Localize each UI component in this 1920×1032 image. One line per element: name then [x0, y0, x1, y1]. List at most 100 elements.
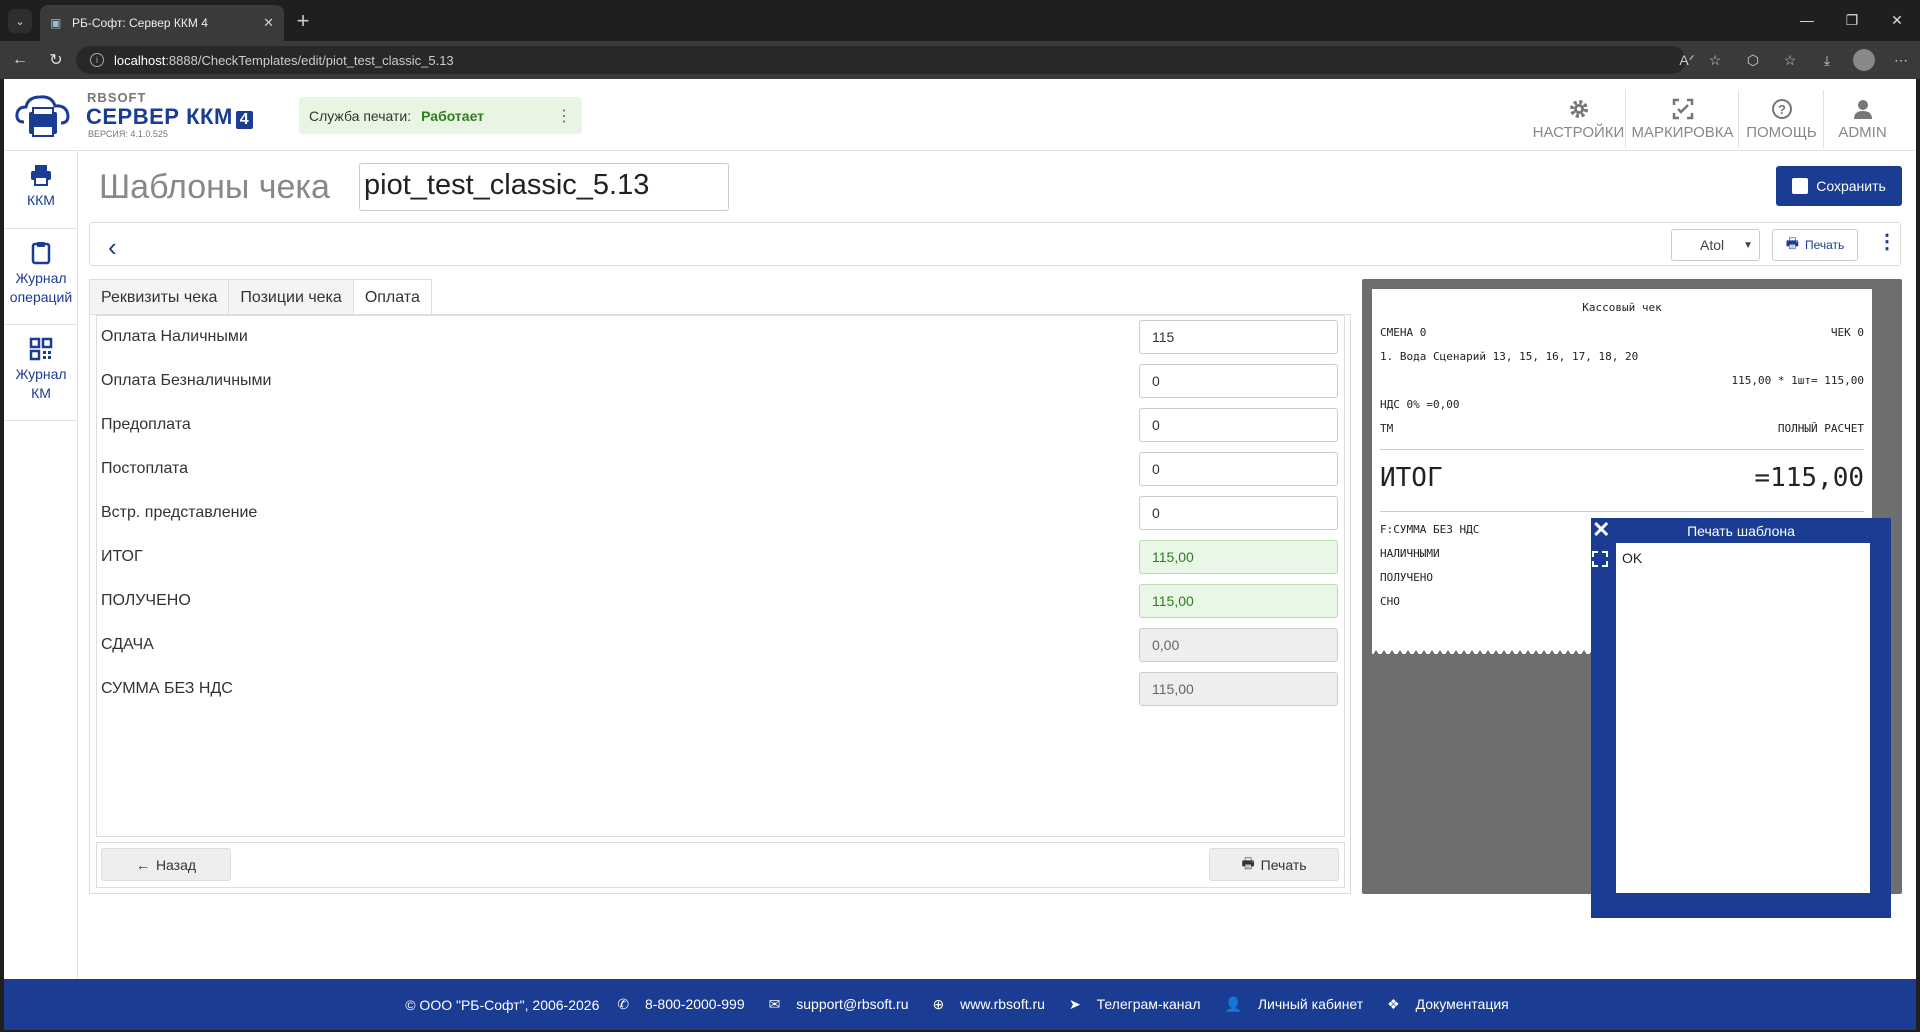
- footer-telegram[interactable]: ➤ Телеграм-канал: [1063, 996, 1207, 1013]
- service-menu-icon[interactable]: ⋮: [556, 106, 572, 126]
- expand-icon[interactable]: [1592, 551, 1608, 567]
- template-tabs: Реквизиты чека Позиции чека Оплата: [89, 279, 432, 315]
- help-icon: ?: [1771, 98, 1792, 119]
- field-label: Предоплата: [101, 416, 191, 433]
- field-input[interactable]: 0: [1139, 364, 1338, 398]
- receipt-shift: СМЕНА 0: [1380, 326, 1427, 339]
- field-input[interactable]: 0: [1139, 496, 1338, 530]
- back-button[interactable]: ← Назад: [101, 848, 231, 881]
- site-info-icon[interactable]: i: [90, 53, 104, 67]
- nav-settings[interactable]: НАСТРОЙКИ: [1532, 90, 1626, 148]
- extensions-icon[interactable]: ⬡: [1742, 49, 1764, 71]
- telegram-icon: ➤: [1068, 996, 1085, 1012]
- printer-icon: 🖶: [1785, 235, 1799, 251]
- field-input[interactable]: 0: [1139, 408, 1338, 442]
- brand-company: RBSOFT: [87, 90, 147, 105]
- sidebar-item-kkm[interactable]: ККМ: [4, 151, 78, 229]
- dialog-title: Печать шаблона: [1687, 523, 1795, 539]
- receipt-calc-type: ПОЛНЫЙ РАСЧЕТ: [1777, 422, 1864, 435]
- field-input: 115,00: [1139, 540, 1338, 574]
- cloud-printer-logo-icon: [15, 95, 70, 137]
- favorite-star-icon[interactable]: ☆: [1704, 49, 1726, 71]
- printer-select[interactable]: Atol ▼: [1671, 229, 1760, 261]
- close-icon[interactable]: ✕: [1592, 517, 1610, 543]
- template-name-input[interactable]: piot_test_classic_5.13: [359, 163, 729, 211]
- tab-title: РБ-Софт: Сервер ККМ 4: [72, 16, 208, 30]
- tab-payment[interactable]: Оплата: [352, 279, 432, 315]
- new-tab-button[interactable]: +: [290, 8, 316, 34]
- reload-icon[interactable]: ↻: [44, 49, 68, 71]
- user-icon: 👤: [1224, 996, 1246, 1012]
- tab-requisites[interactable]: Реквизиты чека: [89, 279, 230, 315]
- sidebar-item-label: ККМ: [27, 192, 55, 208]
- field-input: 115,00: [1139, 584, 1338, 618]
- bottom-print-button[interactable]: 🖶 Печать: [1209, 848, 1339, 881]
- bottom-print-label: Печать: [1260, 856, 1307, 873]
- save-button[interactable]: Сохранить: [1776, 166, 1902, 206]
- field-input: 0,00: [1139, 628, 1338, 662]
- close-tab-icon[interactable]: ✕: [263, 15, 274, 31]
- field-input[interactable]: 0: [1139, 452, 1338, 486]
- tab-list-button[interactable]: ⌄: [8, 9, 32, 33]
- field-label: Постоплата: [101, 460, 189, 477]
- sidebar-item-label: Журнал операций: [9, 270, 73, 305]
- footer-docs[interactable]: ❖ Документация: [1381, 996, 1515, 1013]
- nav-user-label: ADMIN: [1838, 123, 1887, 141]
- footer-email[interactable]: ✉ support@rbsoft.ru: [763, 996, 915, 1013]
- receipt-line: ПОЛУЧЕНО: [1380, 571, 1433, 584]
- close-window-button[interactable]: ✕: [1882, 8, 1912, 32]
- globe-icon: ⊕: [932, 996, 949, 1012]
- receipt-divider: [1380, 449, 1864, 450]
- nav-help[interactable]: ? ПОМОЩЬ: [1740, 90, 1824, 148]
- more-options-icon[interactable]: ⋮: [1877, 229, 1897, 254]
- sidebar-item-operations-log[interactable]: Журнал операций: [4, 229, 78, 325]
- footer-copyright: © ООО "РБ-Софт", 2006-2026: [405, 996, 600, 1013]
- field-input: 115,00: [1139, 672, 1338, 706]
- read-aloud-icon[interactable]: Aᐟ: [1676, 49, 1698, 71]
- field-label: ИТОГ: [101, 548, 143, 565]
- downloads-icon[interactable]: ⤓: [1816, 49, 1838, 71]
- footer-phone[interactable]: ✆ 8-800-2000-999: [611, 996, 750, 1013]
- arrow-left-icon: ←: [135, 856, 150, 873]
- svg-text:?: ?: [1778, 102, 1786, 117]
- dialog-body: OK: [1616, 543, 1870, 893]
- field-input[interactable]: 115: [1139, 320, 1338, 354]
- qr-icon: [29, 337, 53, 361]
- receipt-line: F:СУММА БЕЗ НДС: [1380, 523, 1480, 536]
- browser-tab[interactable]: ▣ РБ-Софт: Сервер ККМ 4 ✕: [40, 5, 284, 41]
- minimize-button[interactable]: —: [1792, 8, 1822, 32]
- service-label: Служба печати:: [309, 107, 412, 124]
- profile-avatar[interactable]: [1853, 49, 1875, 71]
- field-label: Встр. представление: [101, 504, 258, 521]
- nav-user[interactable]: ADMIN: [1825, 90, 1900, 148]
- nav-marking[interactable]: МАРКИРОВКА: [1627, 90, 1739, 148]
- back-chevron-icon[interactable]: ‹: [108, 232, 117, 263]
- docs-icon: ❖: [1387, 996, 1404, 1012]
- receipt-total-value: =115,00: [1754, 463, 1864, 493]
- restore-button[interactable]: ❐: [1837, 8, 1867, 32]
- url-field[interactable]: i localhost:8888/CheckTemplates/edit/pio…: [76, 46, 1686, 74]
- receipt-check-no: ЧЕК 0: [1830, 326, 1864, 339]
- receipt-line: НАЛИЧНЫМИ: [1380, 547, 1440, 560]
- nav-settings-label: НАСТРОЙКИ: [1532, 123, 1625, 141]
- favorites-icon[interactable]: ☆: [1779, 49, 1801, 71]
- tab-positions[interactable]: Позиции чека: [228, 279, 354, 315]
- print-button[interactable]: 🖶 Печать: [1772, 229, 1858, 261]
- gear-icon: [1569, 99, 1588, 118]
- template-toolbar: [89, 222, 1901, 266]
- nav-marking-label: МАРКИРОВКА: [1631, 123, 1734, 141]
- footer-site[interactable]: ⊕ www.rbsoft.ru: [927, 996, 1051, 1013]
- print-service-status: Служба печати: Работает ⋮: [299, 97, 582, 134]
- field-label: СДАЧА: [101, 636, 154, 653]
- app-version: ВЕРСИЯ: 4.1.0.525: [88, 129, 168, 139]
- receipt-title: Кассовый чек: [1582, 301, 1662, 314]
- url-host: localhost: [114, 52, 166, 68]
- footer-account[interactable]: 👤 Личный кабинет: [1219, 996, 1370, 1013]
- receipt-divider: [1380, 511, 1864, 512]
- field-label: СУММА БЕЗ НДС: [101, 680, 233, 697]
- scan-icon: [1672, 98, 1693, 119]
- back-nav-icon[interactable]: ←: [8, 49, 32, 71]
- sidebar-item-km-log[interactable]: Журнал КМ: [4, 325, 78, 421]
- browser-menu-icon[interactable]: ⋯: [1890, 49, 1912, 71]
- receipt-item-calc: 115,00 * 1шт= 115,00: [1731, 374, 1864, 387]
